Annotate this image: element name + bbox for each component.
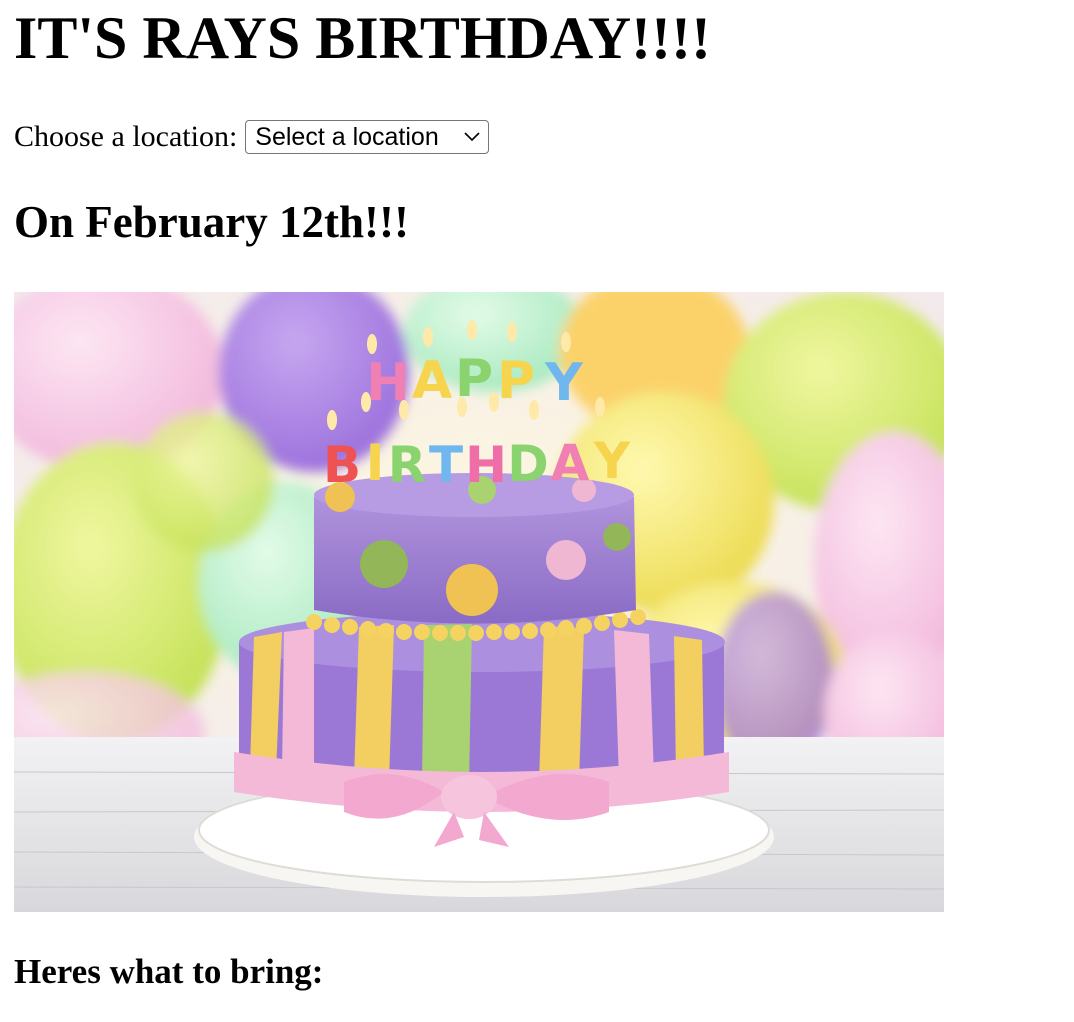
chevron-down-icon	[464, 132, 480, 142]
svg-text:A: A	[412, 351, 452, 411]
date-heading: On February 12th!!!	[14, 197, 409, 247]
location-label: Choose a location:	[14, 120, 238, 153]
location-select[interactable]: Select a location	[245, 120, 490, 154]
svg-text:P: P	[497, 351, 535, 411]
svg-text:H: H	[465, 436, 507, 494]
svg-text:Y: Y	[593, 432, 631, 490]
location-row: Choose a location: Select a location	[14, 117, 490, 157]
location-select-value: Select a location	[255, 123, 439, 151]
page-title: IT'S RAYS BIRTHDAY!!!!	[14, 5, 711, 71]
birthday-cake-image: H A P P Y B I R T H D A Y	[14, 292, 944, 912]
svg-text:A: A	[551, 434, 590, 492]
svg-text:Y: Y	[544, 353, 584, 413]
bring-heading: Heres what to bring:	[14, 952, 324, 991]
svg-text:R: R	[388, 436, 427, 494]
svg-text:T: T	[429, 436, 463, 494]
svg-text:B: B	[323, 436, 361, 494]
svg-text:I: I	[366, 434, 385, 492]
svg-text:D: D	[507, 435, 549, 493]
